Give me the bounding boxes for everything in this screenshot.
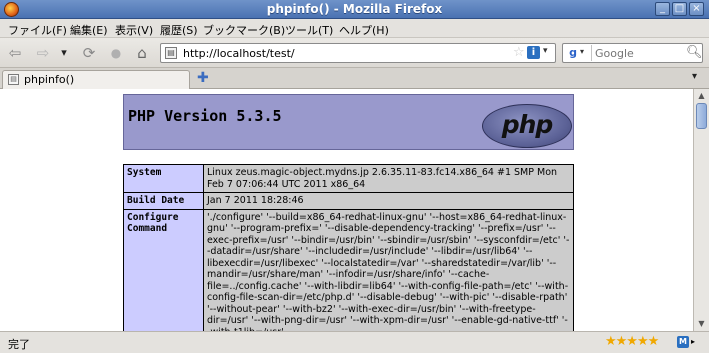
menu-tools[interactable]: ツール(T) bbox=[285, 22, 333, 38]
scroll-up-icon[interactable]: ▲ bbox=[696, 90, 707, 102]
reload-button[interactable]: ⟳ bbox=[80, 44, 98, 62]
engine-dropdown-icon[interactable]: ▾ bbox=[580, 47, 584, 56]
addon-dropdown-icon[interactable]: ▸ bbox=[691, 337, 695, 346]
status-bar: 完了 ★★★★★ M ▸ bbox=[0, 331, 709, 353]
row-key: Configure Command bbox=[123, 208, 204, 331]
addon-badge-icon[interactable]: M bbox=[677, 336, 689, 348]
search-input[interactable] bbox=[591, 45, 681, 61]
new-tab-button[interactable]: ✚ bbox=[197, 70, 209, 86]
tab-strip: ▤ phpinfo() ✚ ▾ bbox=[0, 68, 709, 89]
table-row: Build Date Jan 7 2011 18:28:46 bbox=[123, 192, 574, 210]
home-button[interactable]: ⌂ bbox=[133, 44, 151, 62]
tab-phpinfo[interactable]: ▤ phpinfo() bbox=[2, 70, 190, 89]
table-row: Configure Command './configure' '--build… bbox=[123, 208, 574, 331]
row-value: './configure' '--build=x86_64-redhat-lin… bbox=[203, 208, 574, 331]
status-text: 完了 bbox=[8, 338, 30, 351]
menu-edit[interactable]: 編集(E) bbox=[70, 22, 108, 38]
menu-help[interactable]: ヘルプ(H) bbox=[339, 22, 389, 38]
menu-file[interactable]: ファイル(F) bbox=[8, 22, 67, 38]
window-title: phpinfo() - Mozilla Firefox bbox=[266, 2, 443, 16]
row-key: System bbox=[123, 164, 204, 193]
row-value: Linux zeus.magic-object.mydns.jp 2.6.35.… bbox=[203, 164, 574, 193]
row-key: Build Date bbox=[123, 192, 204, 210]
search-bar[interactable]: g ▾ 🔍︎ bbox=[562, 43, 703, 63]
php-version-title: PHP Version 5.3.5 bbox=[128, 107, 282, 125]
tab-label: phpinfo() bbox=[24, 73, 75, 86]
minimize-button[interactable]: _ bbox=[655, 2, 670, 16]
search-icon[interactable]: 🔍︎ bbox=[686, 45, 703, 60]
menu-bookmarks[interactable]: ブックマーク(B) bbox=[203, 22, 285, 38]
tab-list-dropdown-icon[interactable]: ▾ bbox=[692, 71, 697, 82]
google-engine-icon[interactable]: g bbox=[566, 46, 580, 60]
bookmark-star-icon[interactable]: ☆ bbox=[513, 45, 525, 60]
url-text[interactable]: http://localhost/test/ bbox=[183, 47, 295, 60]
back-button[interactable]: ⇦ bbox=[6, 44, 24, 62]
php-logo: php bbox=[482, 104, 572, 148]
menu-bar: ファイル(F) 編集(E) 表示(V) 履歴(S) ブックマーク(B) ツール(… bbox=[0, 19, 709, 38]
php-version-header: PHP Version 5.3.5 php bbox=[123, 94, 574, 150]
php-logo-text: php bbox=[501, 110, 554, 139]
forward-button[interactable]: ⇨ bbox=[34, 44, 52, 62]
info-table: System Linux zeus.magic-object.mydns.jp … bbox=[123, 164, 574, 331]
vertical-scrollbar[interactable]: ▲ ▼ bbox=[693, 89, 709, 331]
close-button[interactable]: × bbox=[689, 2, 704, 16]
url-bar[interactable]: ▤ http://localhost/test/ ☆ i ▾ bbox=[160, 43, 556, 63]
stop-button[interactable]: ● bbox=[107, 44, 125, 62]
title-bar: phpinfo() - Mozilla Firefox _ □ × bbox=[0, 0, 709, 19]
rating-stars-icon[interactable]: ★★★★★ bbox=[605, 334, 659, 349]
history-dropdown-icon[interactable]: ▾ bbox=[58, 44, 70, 62]
maximize-button[interactable]: □ bbox=[672, 2, 687, 16]
navigation-toolbar: ⇦ ⇨ ▾ ⟳ ● ⌂ ▤ http://localhost/test/ ☆ i… bbox=[0, 38, 709, 68]
info-icon[interactable]: i bbox=[527, 46, 540, 59]
table-row: System Linux zeus.magic-object.mydns.jp … bbox=[123, 164, 574, 193]
page-content: PHP Version 5.3.5 php System Linux zeus.… bbox=[0, 89, 693, 331]
menu-history[interactable]: 履歴(S) bbox=[160, 22, 198, 38]
url-dropdown-icon[interactable]: ▾ bbox=[543, 46, 548, 56]
row-value: Jan 7 2011 18:28:46 bbox=[203, 192, 574, 210]
menu-view[interactable]: 表示(V) bbox=[115, 22, 153, 38]
tab-page-icon: ▤ bbox=[8, 74, 19, 85]
page-icon: ▤ bbox=[165, 47, 177, 59]
scroll-down-icon[interactable]: ▼ bbox=[696, 318, 707, 330]
scroll-thumb[interactable] bbox=[696, 103, 707, 129]
